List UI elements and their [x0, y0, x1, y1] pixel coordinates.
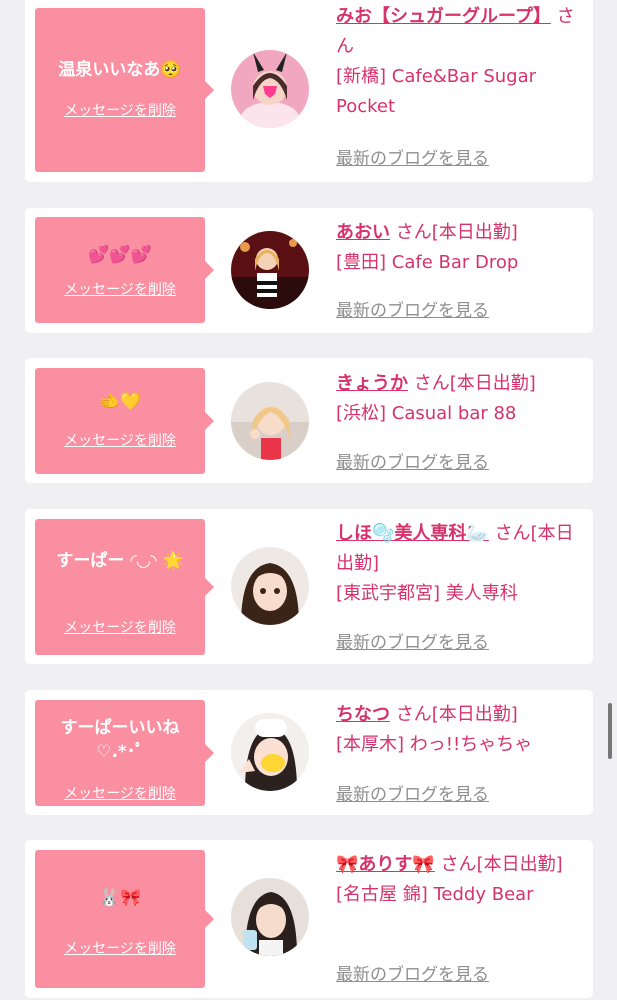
cast-info: あおい さん[本日出勤] [豊田] Cafe Bar Drop: [336, 218, 586, 278]
delete-message-link[interactable]: メッセージを削除: [35, 617, 205, 637]
latest-blog-link[interactable]: 最新のブログを見る: [336, 780, 489, 805]
delete-message-link[interactable]: メッセージを削除: [35, 279, 205, 299]
favorite-card: すーぱー ◜◡◝ 🌟 メッセージを削除 しほ🫧美人専科🦢 さん[本日出勤] [東…: [25, 509, 593, 664]
message-bubble: 🐰🎀 メッセージを削除: [35, 850, 214, 988]
delete-message-link[interactable]: メッセージを削除: [35, 783, 205, 803]
shop-name: [東武宇都宮] 美人専科: [336, 583, 518, 604]
cast-info: きょうか さん[本日出勤] [浜松] Casual bar 88: [336, 369, 586, 429]
latest-blog-link[interactable]: 最新のブログを見る: [336, 628, 489, 653]
avatar[interactable]: [231, 713, 309, 791]
message-bubble: すーぱーいいね ♡.*･ﾟ メッセージを削除: [35, 700, 214, 806]
favorite-card: 💕💕💕 メッセージを削除 あおい さん[本日出勤] [豊田] Cafe Bar …: [25, 208, 593, 333]
message-text: 💕💕💕: [88, 245, 152, 265]
honorific: さん: [413, 373, 450, 394]
message-bubble: すーぱー ◜◡◝ 🌟 メッセージを削除: [35, 519, 214, 655]
status-label: [本日出勤]: [431, 222, 518, 243]
avatar[interactable]: [231, 50, 309, 128]
message-text: 温泉いいなあ🥺: [58, 60, 182, 80]
shop-name: [浜松] Casual bar 88: [336, 403, 517, 424]
cast-name-link[interactable]: 🎀ありす🎀: [336, 854, 435, 875]
message-text: 🫲💛: [98, 392, 142, 412]
message-bubble: 🫲💛 メッセージを削除: [35, 368, 214, 474]
message-text: 🐰🎀: [98, 888, 142, 908]
honorific: さん: [395, 704, 432, 725]
cast-name-link[interactable]: きょうか: [336, 373, 408, 394]
latest-blog-link[interactable]: 最新のブログを見る: [336, 448, 489, 473]
avatar[interactable]: [231, 878, 309, 956]
favorite-card: すーぱーいいね ♡.*･ﾟ メッセージを削除 ちなつ さん[本日出勤] [本厚木…: [25, 690, 593, 815]
honorific: さん: [494, 523, 531, 544]
delete-message-link[interactable]: メッセージを削除: [35, 938, 205, 958]
latest-blog-link[interactable]: 最新のブログを見る: [336, 144, 489, 169]
favorite-card: 🐰🎀 メッセージを削除 🎀ありす🎀 さん[本日出勤] [名古屋 錦] Teddy…: [25, 840, 593, 998]
message-bubble: 温泉いいなあ🥺 メッセージを削除: [35, 8, 214, 172]
cast-name-link[interactable]: あおい: [336, 222, 390, 243]
message-text: すーぱーいいね ♡.*･ﾟ: [60, 718, 180, 762]
cast-info: ちなつ さん[本日出勤] [本厚木] わっ!!ちゃちゃ: [336, 700, 586, 760]
cast-name-link[interactable]: しほ🫧美人専科🦢: [336, 523, 489, 544]
shop-name: [本厚木] わっ!!ちゃちゃ: [336, 734, 533, 755]
cast-name-link[interactable]: ちなつ: [336, 704, 390, 725]
avatar[interactable]: [231, 382, 309, 460]
cast-info: しほ🫧美人専科🦢 さん[本日出勤] [東武宇都宮] 美人専科: [336, 519, 586, 609]
honorific: さん: [440, 854, 477, 875]
favorite-card: 🫲💛 メッセージを削除 きょうか さん[本日出勤] [浜松] Casual ba…: [25, 358, 593, 483]
latest-blog-link[interactable]: 最新のブログを見る: [336, 960, 489, 985]
scrollbar[interactable]: [608, 703, 612, 759]
honorific: さん: [395, 222, 432, 243]
avatar[interactable]: [231, 547, 309, 625]
shop-name: [新橋] Cafe&Bar Sugar Pocket: [336, 66, 537, 117]
message-bubble: 💕💕💕 メッセージを削除: [35, 217, 214, 323]
cast-info: みお【シュガーグループ】 さん [新橋] Cafe&Bar Sugar Pock…: [336, 2, 586, 122]
cast-info: 🎀ありす🎀 さん[本日出勤] [名古屋 錦] Teddy Bear: [336, 850, 586, 910]
cast-name-link[interactable]: みお【シュガーグループ】: [336, 6, 551, 27]
message-text: すーぱー ◜◡◝ 🌟: [56, 551, 184, 571]
status-label: [本日出勤]: [431, 704, 518, 725]
status-label: [本日出勤]: [476, 854, 563, 875]
favorite-card: 温泉いいなあ🥺 メッセージを削除 みお【シュガーグループ】 さん [新橋] Ca…: [25, 0, 593, 182]
delete-message-link[interactable]: メッセージを削除: [35, 100, 205, 120]
status-label: [本日出勤]: [449, 373, 536, 394]
avatar[interactable]: [231, 231, 309, 309]
latest-blog-link[interactable]: 最新のブログを見る: [336, 296, 489, 321]
shop-name: [豊田] Cafe Bar Drop: [336, 252, 519, 273]
delete-message-link[interactable]: メッセージを削除: [35, 430, 205, 450]
shop-name: [名古屋 錦] Teddy Bear: [336, 884, 534, 905]
